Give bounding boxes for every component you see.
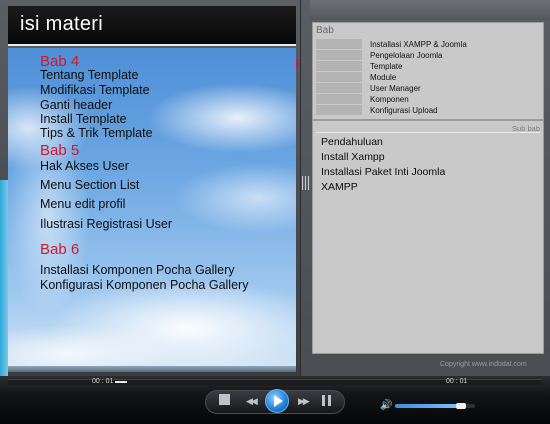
pause-icon[interactable] (322, 395, 325, 406)
divider (316, 132, 540, 133)
bab-item-thumbnail[interactable] (316, 94, 362, 104)
materi-link[interactable]: Tentang Template (40, 68, 138, 82)
panel-bottom-border (8, 366, 296, 372)
total-time: 00 : 01 (446, 378, 468, 385)
materi-link[interactable]: Tips & Trik Template (40, 126, 153, 140)
bab-item-thumbnail[interactable] (316, 105, 362, 115)
materi-link[interactable]: Ilustrasi Registrasi User (40, 217, 172, 231)
volume-level (395, 404, 461, 408)
bab-list-label: Bab (316, 25, 334, 36)
bab-5-heading: Bab 5 (40, 142, 80, 159)
panel-header-strip (310, 0, 550, 20)
fast-forward-icon[interactable]: ▶▶ (298, 396, 310, 407)
bab-item[interactable]: Pengelolaan Joomla (370, 51, 443, 60)
materi-link[interactable]: Menu edit profil (40, 197, 125, 211)
bab-item[interactable]: Komponen (370, 95, 409, 104)
pause-icon[interactable] (328, 395, 331, 406)
copyright-text: Copyright www.indodat.com (440, 361, 527, 368)
subbab-item[interactable]: Pendahuluan (321, 136, 383, 148)
materi-link[interactable]: Ganti header (40, 98, 112, 112)
materi-link[interactable]: Hak Akses User (40, 159, 129, 173)
bab-item-thumbnail[interactable] (316, 39, 362, 49)
play-icon[interactable] (274, 395, 283, 407)
bab-item-thumbnail[interactable] (316, 61, 362, 71)
bab-item[interactable]: User Manager (370, 84, 421, 93)
materi-link[interactable]: Menu Section List (40, 178, 139, 192)
subbab-item[interactable]: Install Xampp (321, 151, 385, 163)
materi-link[interactable]: Konfigurasi Komponen Pocha Gallery (40, 278, 248, 292)
materi-link[interactable]: Install Template (40, 112, 127, 126)
rewind-icon[interactable]: ◀◀ (246, 396, 258, 407)
bab-item[interactable]: Module (370, 73, 396, 82)
subbab-item[interactable]: Installasi Paket Inti Joomla (321, 166, 445, 178)
bab-item[interactable]: Konfigurasi Upload (370, 106, 438, 115)
bab-item[interactable]: Installasi XAMPP & Joomla (370, 40, 467, 49)
subbab-item[interactable]: XAMPP (321, 181, 358, 193)
seek-handle[interactable] (114, 381, 127, 383)
bab-item-thumbnail[interactable] (316, 83, 362, 93)
speaker-icon[interactable]: 🔊 (380, 400, 392, 411)
materi-link[interactable]: Modifikasi Template (40, 83, 150, 97)
panel-title: isi materi (20, 13, 104, 35)
stop-icon[interactable] (219, 394, 230, 405)
current-time: 00 : 01 (92, 378, 114, 385)
splitter-grip-icon[interactable] (302, 176, 310, 190)
materi-link[interactable]: Installasi Komponen Pocha Gallery (40, 263, 235, 277)
bab-6-heading: Bab 6 (40, 241, 80, 258)
left-edge-decoration (0, 180, 8, 380)
bab-item[interactable]: Template (370, 62, 402, 71)
bab-item-thumbnail[interactable] (316, 72, 362, 82)
bab-item-thumbnail[interactable] (316, 50, 362, 60)
volume-handle[interactable] (455, 403, 466, 409)
